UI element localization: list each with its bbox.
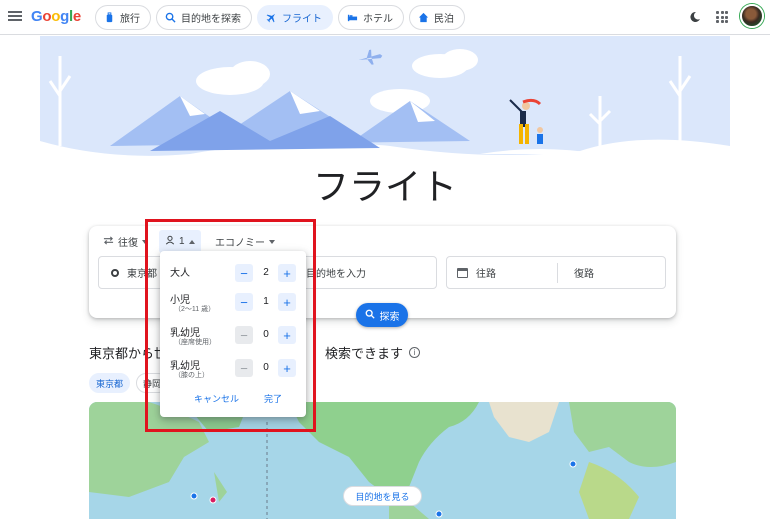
hero-illustration [40,36,730,166]
home-icon [418,12,429,23]
nav-travel-label: 旅行 [120,14,140,25]
nav-vacation-rentals[interactable]: 民泊 [409,5,465,30]
adults-label: 大人 [170,268,190,279]
children-plus-button[interactable]: + [278,293,296,311]
info-icon[interactable]: i [409,347,421,358]
nav-hotels-label: ホテル [363,14,393,25]
trip-type-select[interactable]: 往復 [103,234,148,249]
infants-lap-plus-button[interactable]: + [278,359,296,377]
infants-lap-stepper: − 0 + [235,359,296,377]
passenger-dropdown: 大人 − 2 + 小児 （2〜11 歳） − 1 + 乳幼児 （座席使用） − … [160,251,306,417]
city-chip-tokyo[interactable]: 東京都 [89,373,131,393]
infants-seat-stepper: − 0 + [235,326,296,344]
done-button[interactable]: 完了 [264,392,282,405]
infants-seat-minus-button[interactable]: − [235,326,253,344]
bed-icon [347,12,358,23]
adults-count: 2 [263,267,269,278]
city-chips: 東京都 静岡 [89,373,169,393]
infants-lap-note: （膝の上） [174,372,209,379]
passenger-row-infants-lap: 乳幼児 （膝の上） − 0 + [170,357,296,381]
calendar-icon [457,267,468,278]
infants-seat-count: 0 [263,329,269,340]
children-count: 1 [263,296,269,307]
adults-stepper: − 2 + [235,264,296,282]
search-button-label: 探索 [379,311,400,323]
cancel-button[interactable]: キャンセル [194,392,239,405]
nav-explore-label: 目的地を探索 [181,14,241,25]
google-logo[interactable]: Google [31,8,81,25]
passenger-row-adults: 大人 − 2 + [170,264,296,288]
chevron-down-icon [269,239,275,244]
adults-plus-button[interactable]: + [278,264,296,282]
children-minus-button[interactable]: − [235,293,253,311]
explore-heading-left: 東京都から世 [89,346,168,361]
passenger-select[interactable]: 1 [159,230,201,253]
person-icon [165,235,175,248]
nav-hotels[interactable]: ホテル [338,5,404,30]
passenger-row-children: 小児 （2〜11 歳） − 1 + [170,291,296,315]
children-age-note: （2〜11 歳） [174,306,216,313]
top-bar: Google 旅行 目的地を探索 フライト ホテル 民泊 [0,0,770,35]
return-date[interactable]: 復路 [574,265,594,280]
origin-circle-icon [111,268,119,277]
passenger-count: 1 [179,236,185,247]
cabin-class-label: エコノミー [215,238,265,249]
nav-flights-label: フライト [282,14,322,25]
depart-date[interactable]: 往路 [476,265,496,280]
dark-mode-moon-icon[interactable] [689,10,701,22]
infants-seat-note: （座席使用） [174,339,216,346]
children-stepper: − 1 + [235,293,296,311]
apps-grid-icon[interactable] [716,11,728,23]
infants-lap-minus-button[interactable]: − [235,359,253,377]
date-divider [557,263,558,283]
search-icon [365,309,375,322]
view-destinations-button[interactable]: 目的地を見る [343,486,422,506]
luggage-icon [104,12,115,23]
search-button[interactable]: 探索 [356,303,408,327]
trip-type-label: 往復 [118,238,138,249]
adults-minus-button[interactable]: − [235,264,253,282]
chevron-up-icon [188,239,195,244]
chevron-down-icon [142,239,148,244]
account-avatar[interactable] [740,4,764,28]
cabin-class-select[interactable]: エコノミー [215,234,275,249]
airplane-icon [266,12,277,23]
passenger-row-infants-seat: 乳幼児 （座席使用） − 0 + [170,324,296,348]
nav-rentals-label: 民泊 [434,14,454,25]
hamburger-menu-icon[interactable] [8,9,22,23]
destination-placeholder: 目的地を入力 [306,269,366,280]
swap-arrows-icon [103,235,114,249]
nav-flights[interactable]: フライト [257,5,333,30]
date-field[interactable]: 往路 復路 [446,256,666,289]
travel-nav: 旅行 目的地を探索 フライト ホテル 民泊 [95,5,465,30]
nav-travel[interactable]: 旅行 [95,5,151,30]
infants-seat-plus-button[interactable]: + [278,326,296,344]
destination-field[interactable]: 目的地を入力 [289,256,437,289]
page-title: フライト [312,167,457,208]
origin-value: 東京都 [127,269,157,280]
infants-lap-count: 0 [263,362,269,373]
explore-icon [165,12,176,23]
nav-explore[interactable]: 目的地を探索 [156,5,252,30]
explore-heading-right: 検索できます [325,346,404,361]
